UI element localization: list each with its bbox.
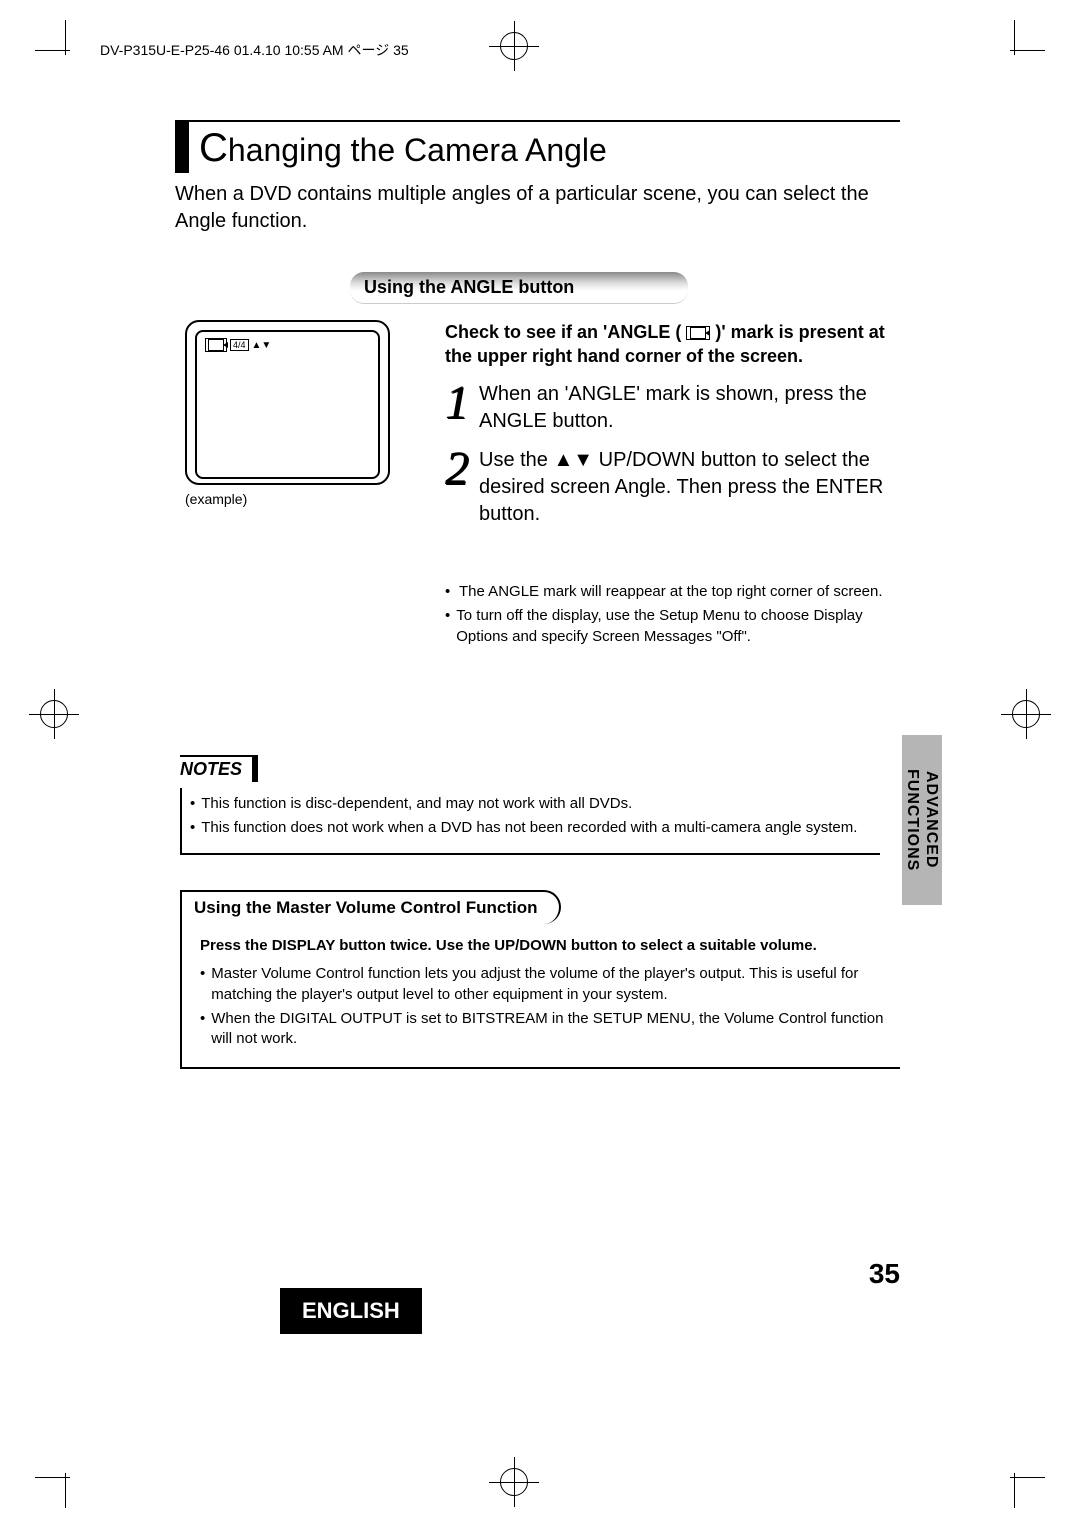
registration-mark-top (500, 32, 528, 60)
language-tab: ENGLISH (280, 1288, 422, 1334)
volume-item-2: When the DIGITAL OUTPUT is set to BITSTR… (211, 1009, 888, 1050)
registration-mark-right (1012, 700, 1040, 728)
content-area: Changing the Camera Angle When a DVD con… (175, 120, 900, 235)
step-1: 1 When an 'ANGLE' mark is shown, press t… (445, 381, 905, 435)
registration-mark-bottom (500, 1468, 528, 1496)
check-text-pre: Check to see if an 'ANGLE ( (445, 322, 686, 342)
section-title: Changing the Camera Angle (199, 122, 607, 173)
title-block-icon (175, 122, 189, 173)
volume-box: Using the Master Volume Control Function… (180, 890, 900, 1069)
page-number: 35 (869, 1258, 900, 1290)
step-number-1: 1 (445, 381, 469, 435)
volume-header: Using the Master Volume Control Function (180, 890, 561, 924)
up-down-arrows-icon: ▲▼ (252, 340, 272, 351)
volume-item-1: Master Volume Control function lets you … (211, 964, 888, 1005)
step-1-text: When an 'ANGLE' mark is shown, press the… (479, 381, 905, 435)
notes-header: NOTES (180, 755, 258, 782)
side-tab-line2: FUNCTIONS (904, 769, 921, 871)
sub-note-1: The ANGLE mark will reappear at the top … (459, 582, 883, 602)
section-title-bar: Changing the Camera Angle (175, 120, 900, 173)
registration-mark-left (40, 700, 68, 728)
section-side-tab: ADVANCED FUNCTIONS (902, 735, 942, 905)
angle-indicator: 4/4 ▲▼ (205, 338, 271, 352)
header-filename: DV-P315U-E-P25-46 01.4.10 10:55 AM ページ 3… (100, 40, 409, 60)
tv-frame-icon: 4/4 ▲▼ (185, 320, 390, 485)
volume-lead: Press the DISPLAY button twice. Use the … (200, 936, 888, 956)
sub-note-2: To turn off the display, use the Setup M… (456, 606, 905, 647)
camera-icon (208, 339, 224, 351)
example-label: (example) (185, 491, 390, 507)
angle-count: 4/4 (230, 339, 249, 351)
up-down-arrows-icon: ▲▼ (553, 447, 593, 474)
page: DV-P315U-E-P25-46 01.4.10 10:55 AM ページ 3… (0, 0, 1080, 1528)
subheading-angle-button: Using the ANGLE button (350, 272, 688, 304)
step-number-2: 2 (445, 447, 469, 528)
notes-box: NOTES •This function is disc-dependent, … (180, 755, 880, 855)
notes-item-2: This function does not work when a DVD h… (201, 818, 857, 838)
intro-text: When a DVD contains multiple angles of a… (175, 181, 900, 235)
step-2: 2 Use the ▲▼ UP/DOWN button to select th… (445, 447, 905, 528)
notes-item-1: This function is disc-dependent, and may… (201, 794, 632, 814)
side-tab-line1: ADVANCED (923, 771, 940, 868)
instruction-sub-notes: •The ANGLE mark will reappear at the top… (445, 582, 905, 651)
screen-example: 4/4 ▲▼ (example) (185, 320, 390, 507)
instructions: Check to see if an 'ANGLE ( )' mark is p… (445, 320, 905, 528)
angle-mark-icon (686, 326, 710, 340)
check-instruction: Check to see if an 'ANGLE ( )' mark is p… (445, 320, 905, 369)
step-2-text: Use the ▲▼ UP/DOWN button to select the … (479, 447, 905, 528)
